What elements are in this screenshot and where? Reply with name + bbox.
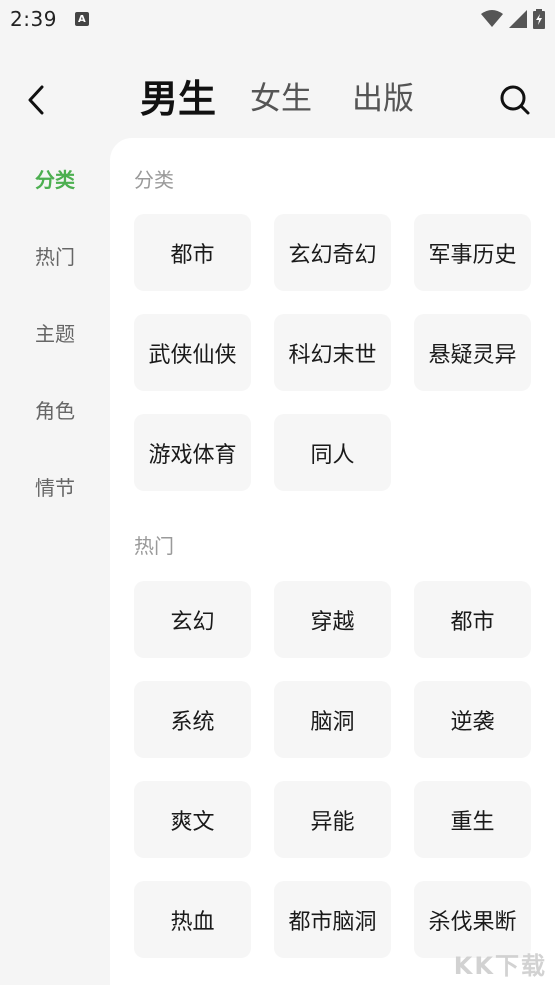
gender-tabs: 男生 女生 出版 bbox=[140, 74, 454, 124]
tag-chip[interactable]: 热血 bbox=[134, 881, 251, 958]
tag-chip[interactable]: 同人 bbox=[274, 414, 391, 491]
tag-chip[interactable]: 脑洞 bbox=[274, 681, 391, 758]
content-panel: 分类 都市 玄幻奇幻 军事历史 武侠仙侠 科幻末世 悬疑灵异 游戏体育 同人 热… bbox=[110, 138, 555, 985]
search-icon bbox=[500, 85, 530, 115]
side-item-category[interactable]: 分类 bbox=[0, 140, 110, 217]
tag-chip[interactable]: 科幻末世 bbox=[274, 314, 391, 391]
side-item-theme[interactable]: 主题 bbox=[0, 294, 110, 371]
tag-chip[interactable]: 玄幻奇幻 bbox=[274, 214, 391, 291]
notification-app-icon: A bbox=[74, 12, 89, 26]
tag-chip[interactable]: 重生 bbox=[414, 781, 531, 858]
chevron-left-icon bbox=[28, 85, 44, 115]
status-bar: 2:39 A bbox=[0, 0, 555, 38]
tag-chip[interactable]: 爽文 bbox=[134, 781, 251, 858]
tag-chip[interactable]: 系统 bbox=[134, 681, 251, 758]
battery-icon bbox=[533, 9, 545, 29]
tag-chip[interactable]: 军事历史 bbox=[414, 214, 531, 291]
tag-chip[interactable]: 都市 bbox=[414, 581, 531, 658]
top-header: 男生 女生 出版 bbox=[0, 60, 555, 140]
watermark-logo: KK下载 bbox=[453, 952, 547, 980]
tab-male[interactable]: 男生 bbox=[140, 74, 216, 124]
status-time: 2:39 bbox=[10, 7, 57, 31]
tag-chip[interactable]: 武侠仙侠 bbox=[134, 314, 251, 391]
tag-chip[interactable]: 异能 bbox=[274, 781, 391, 858]
status-icons bbox=[481, 9, 545, 29]
hot-tag-grid: 玄幻 穿越 都市 系统 脑洞 逆袭 爽文 异能 重生 热血 都市脑洞 杀伐果断 bbox=[134, 581, 534, 958]
side-item-character[interactable]: 角色 bbox=[0, 371, 110, 448]
signal-icon bbox=[509, 10, 527, 28]
tag-chip[interactable]: 都市 bbox=[134, 214, 251, 291]
tag-chip[interactable]: 穿越 bbox=[274, 581, 391, 658]
tag-chip[interactable]: 玄幻 bbox=[134, 581, 251, 658]
side-item-plot[interactable]: 情节 bbox=[0, 448, 110, 525]
tag-chip[interactable]: 悬疑灵异 bbox=[414, 314, 531, 391]
section-title-category: 分类 bbox=[134, 168, 174, 192]
tag-chip[interactable]: 逆袭 bbox=[414, 681, 531, 758]
side-item-hot[interactable]: 热门 bbox=[0, 217, 110, 294]
search-button[interactable] bbox=[497, 82, 533, 118]
back-button[interactable] bbox=[18, 80, 54, 120]
category-tag-grid: 都市 玄幻奇幻 军事历史 武侠仙侠 科幻末世 悬疑灵异 游戏体育 同人 bbox=[134, 214, 534, 491]
section-title-hot: 热门 bbox=[134, 534, 174, 558]
wifi-icon bbox=[481, 10, 503, 27]
tag-chip[interactable]: 都市脑洞 bbox=[274, 881, 391, 958]
tag-chip[interactable]: 游戏体育 bbox=[134, 414, 251, 491]
tab-female[interactable]: 女生 bbox=[250, 74, 312, 124]
tab-publish[interactable]: 出版 bbox=[352, 74, 414, 124]
category-side-nav: 分类 热门 主题 角色 情节 bbox=[0, 140, 110, 525]
